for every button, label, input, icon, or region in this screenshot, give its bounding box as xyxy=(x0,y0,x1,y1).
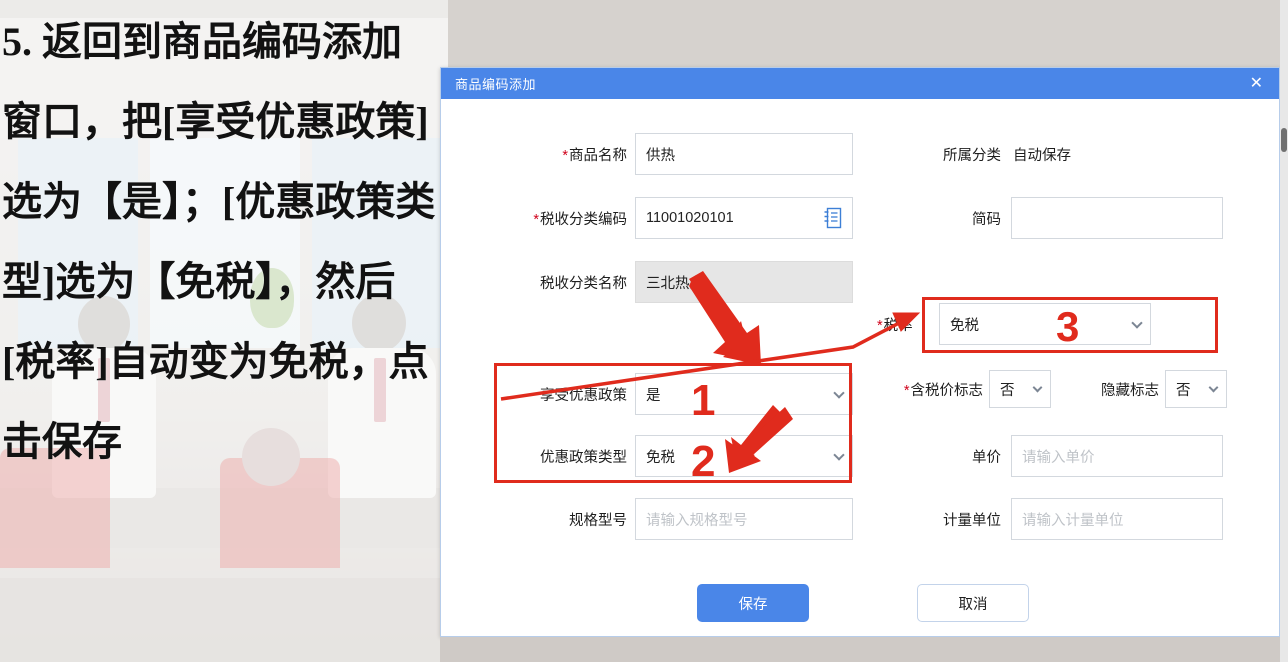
field-row-tax-class-name: 税收分类名称 三北热力 xyxy=(441,261,853,303)
tax-included-flag-select[interactable]: 否 xyxy=(989,370,1051,408)
save-button[interactable]: 保存 xyxy=(697,584,809,622)
measure-unit-label: 计量单位 xyxy=(943,512,1001,529)
field-row-tax-class-code: *税收分类编码 11001020101 xyxy=(441,197,853,239)
unit-price-label: 单价 xyxy=(972,449,1001,466)
tax-included-flag-label: *含税价标志 xyxy=(903,382,983,399)
dialog-button-bar: 保存 取消 xyxy=(441,584,1281,644)
page-bottom-strip xyxy=(440,637,1288,662)
unit-price-placeholder: 请输入单价 xyxy=(1022,449,1095,466)
policy-type-value: 免税 xyxy=(646,449,675,466)
enjoy-policy-label: 享受优惠政策 xyxy=(540,387,627,404)
hidden-flag-select[interactable]: 否 xyxy=(1165,370,1227,408)
field-row-measure-unit: 计量单位 请输入计量单位 xyxy=(861,498,1223,540)
policy-type-label: 优惠政策类型 xyxy=(540,449,627,466)
instruction-caption: 5. 返回到商品编码添加窗口，把[享受优惠政策]选为【是】；[优惠政策类型]选为… xyxy=(2,19,436,464)
goods-name-label: *商品名称 xyxy=(562,147,627,164)
chevron-down-icon[interactable] xyxy=(833,387,845,399)
tax-rate-value: 免税 xyxy=(950,317,979,334)
required-asterisk: * xyxy=(562,147,568,164)
tax-class-name-label: 税收分类名称 xyxy=(540,275,627,292)
enjoy-policy-select[interactable]: 是 xyxy=(635,373,853,415)
dialog-form: *商品名称 供热 *税收分类编码 11001020101 税收分类名称 三北热力… xyxy=(441,99,1279,637)
measure-unit-input[interactable]: 请输入计量单位 xyxy=(1011,498,1223,540)
hidden-flag-label: 隐藏标志 xyxy=(1101,382,1159,399)
hidden-flag-value: 否 xyxy=(1176,382,1191,399)
category-label: 所属分类 xyxy=(943,147,1001,164)
tax-class-code-label: *税收分类编码 xyxy=(533,211,627,228)
tax-class-name-value: 三北热力 xyxy=(646,275,704,292)
category-value: 自动保存 xyxy=(1013,147,1071,164)
field-row-policy-type: 优惠政策类型 免税 xyxy=(441,435,853,477)
tax-rate-select[interactable]: 免税 xyxy=(939,303,1151,345)
spec-model-input[interactable]: 请输入规格型号 xyxy=(635,498,853,540)
field-row-tax-rate: *税率 免税 xyxy=(861,303,1151,345)
chevron-down-icon[interactable] xyxy=(1131,317,1143,329)
field-row-goods-name: *商品名称 供热 xyxy=(441,133,853,175)
field-row-unit-price: 单价 请输入单价 xyxy=(861,435,1223,477)
dialog-title-bar: 商品编码添加 ✕ xyxy=(441,68,1279,99)
tax-class-code-input[interactable]: 11001020101 xyxy=(635,197,853,239)
chevron-down-icon[interactable] xyxy=(1208,382,1219,393)
short-code-input[interactable] xyxy=(1011,197,1223,239)
goods-name-value: 供热 xyxy=(646,147,675,164)
policy-type-select[interactable]: 免税 xyxy=(635,435,853,477)
tax-class-name-readonly: 三北热力 xyxy=(635,261,853,303)
tax-included-flag-value: 否 xyxy=(1000,382,1015,399)
short-code-label: 简码 xyxy=(972,211,1001,228)
field-row-category: 所属分类 自动保存 xyxy=(861,133,1071,175)
tax-class-code-value: 11001020101 xyxy=(646,210,734,226)
spec-model-placeholder: 请输入规格型号 xyxy=(646,512,748,529)
page-scrollbar[interactable] xyxy=(1280,0,1288,662)
goods-code-add-dialog: 商品编码添加 ✕ *商品名称 供热 *税收分类编码 11001020101 税收… xyxy=(440,67,1280,637)
scrollbar-thumb[interactable] xyxy=(1281,128,1287,152)
enjoy-policy-value: 是 xyxy=(646,387,661,404)
close-icon[interactable]: ✕ xyxy=(1246,74,1267,94)
chevron-down-icon[interactable] xyxy=(1032,382,1043,393)
spec-model-label: 规格型号 xyxy=(569,512,627,529)
goods-name-input[interactable]: 供热 xyxy=(635,133,853,175)
field-row-tax-included-flag: *含税价标志 否 隐藏标志 否 xyxy=(861,370,1227,408)
dialog-title: 商品编码添加 xyxy=(455,77,537,92)
annotation-arrows xyxy=(500,271,921,473)
field-row-short-code: 简码 xyxy=(861,197,1223,239)
tax-rate-label: *税率 xyxy=(877,317,913,334)
measure-unit-placeholder: 请输入计量单位 xyxy=(1022,512,1124,529)
unit-price-input[interactable]: 请输入单价 xyxy=(1011,435,1223,477)
chevron-down-icon[interactable] xyxy=(833,449,845,461)
cancel-button[interactable]: 取消 xyxy=(917,584,1029,622)
field-row-enjoy-policy: 享受优惠政策 是 xyxy=(441,373,853,415)
field-row-spec-model: 规格型号 请输入规格型号 xyxy=(441,498,853,540)
notebook-list-icon[interactable] xyxy=(823,207,842,229)
